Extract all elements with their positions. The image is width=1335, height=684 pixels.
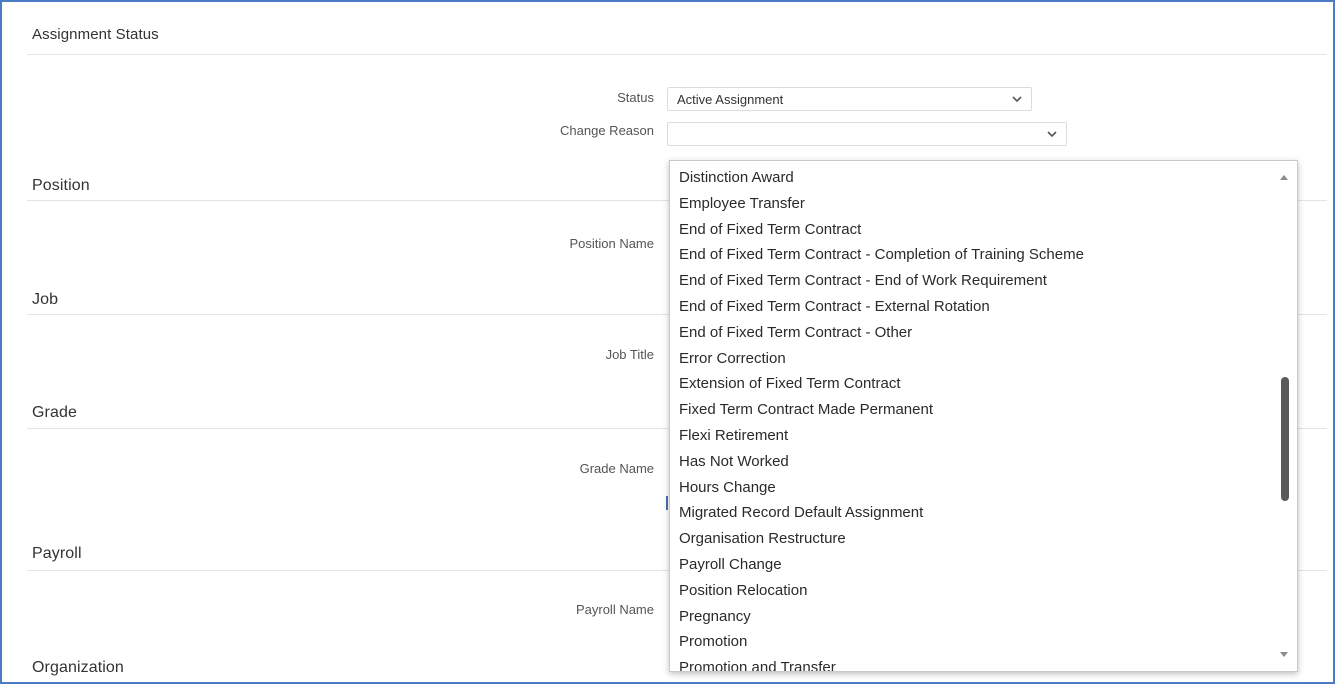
dropdown-option[interactable]: End of Fixed Term Contract - End of Work…: [679, 268, 1084, 294]
dropdown-option[interactable]: End of Fixed Term Contract - Other: [679, 320, 1084, 346]
change-reason-dropdown-list[interactable]: Distinction Award Employee Transfer End of…: [669, 160, 1298, 672]
section-title-assignment-status: Assignment Status: [32, 26, 159, 43]
position-name-label: Position Name: [569, 236, 654, 251]
section-divider: [27, 54, 1327, 55]
scrollbar-thumb[interactable]: [1281, 377, 1289, 501]
status-select[interactable]: Active Assignment: [667, 87, 1032, 111]
section-title-job: Job: [32, 291, 59, 308]
scroll-down-arrow-icon[interactable]: [1280, 652, 1288, 657]
dropdown-option[interactable]: Promotion: [679, 629, 1084, 655]
dropdown-option[interactable]: Error Correction: [679, 346, 1084, 372]
dropdown-option[interactable]: Organisation Restructure: [679, 526, 1084, 552]
dropdown-options: Distinction Award Employee Transfer End of…: [679, 165, 1084, 671]
dropdown-option[interactable]: Employee Transfer: [679, 191, 1084, 217]
dropdown-option[interactable]: Fixed Term Contract Made Permanent: [679, 397, 1084, 423]
dropdown-option[interactable]: Promotion and Transfer: [679, 655, 1084, 671]
chevron-down-icon: [1012, 96, 1022, 103]
section-title-position: Position: [32, 177, 90, 194]
job-title-label: Job Title: [605, 347, 654, 362]
dropdown-option[interactable]: Distinction Award: [679, 165, 1084, 191]
dropdown-option[interactable]: Position Relocation: [679, 578, 1084, 604]
dropdown-option[interactable]: End of Fixed Term Contract: [679, 217, 1084, 243]
grade-field-edge: [666, 496, 668, 510]
dropdown-option[interactable]: End of Fixed Term Contract - Completion …: [679, 242, 1084, 268]
chevron-down-icon: [1047, 131, 1057, 138]
dropdown-option[interactable]: Pregnancy: [679, 604, 1084, 630]
section-title-grade: Grade: [32, 404, 77, 421]
status-label: Status: [617, 90, 654, 105]
dropdown-option[interactable]: End of Fixed Term Contract - External Ro…: [679, 294, 1084, 320]
dropdown-option[interactable]: Payroll Change: [679, 552, 1084, 578]
section-title-organization: Organization: [32, 659, 124, 676]
dropdown-option[interactable]: Has Not Worked: [679, 449, 1084, 475]
change-reason-select[interactable]: [667, 122, 1067, 146]
dropdown-option[interactable]: Extension of Fixed Term Contract: [679, 371, 1084, 397]
dropdown-option[interactable]: Hours Change: [679, 475, 1084, 501]
status-select-value: Active Assignment: [677, 92, 784, 107]
grade-name-label: Grade Name: [579, 461, 654, 476]
dropdown-scrollbar[interactable]: [1273, 161, 1297, 671]
change-reason-label: Change Reason: [560, 123, 654, 138]
scroll-up-arrow-icon[interactable]: [1280, 175, 1288, 180]
assignment-form-panel: Assignment Status Status Active Assignme…: [0, 0, 1335, 684]
dropdown-option[interactable]: Flexi Retirement: [679, 423, 1084, 449]
payroll-name-label: Payroll Name: [575, 602, 654, 617]
section-title-payroll: Payroll: [32, 545, 82, 562]
dropdown-option[interactable]: Migrated Record Default Assignment: [679, 500, 1084, 526]
